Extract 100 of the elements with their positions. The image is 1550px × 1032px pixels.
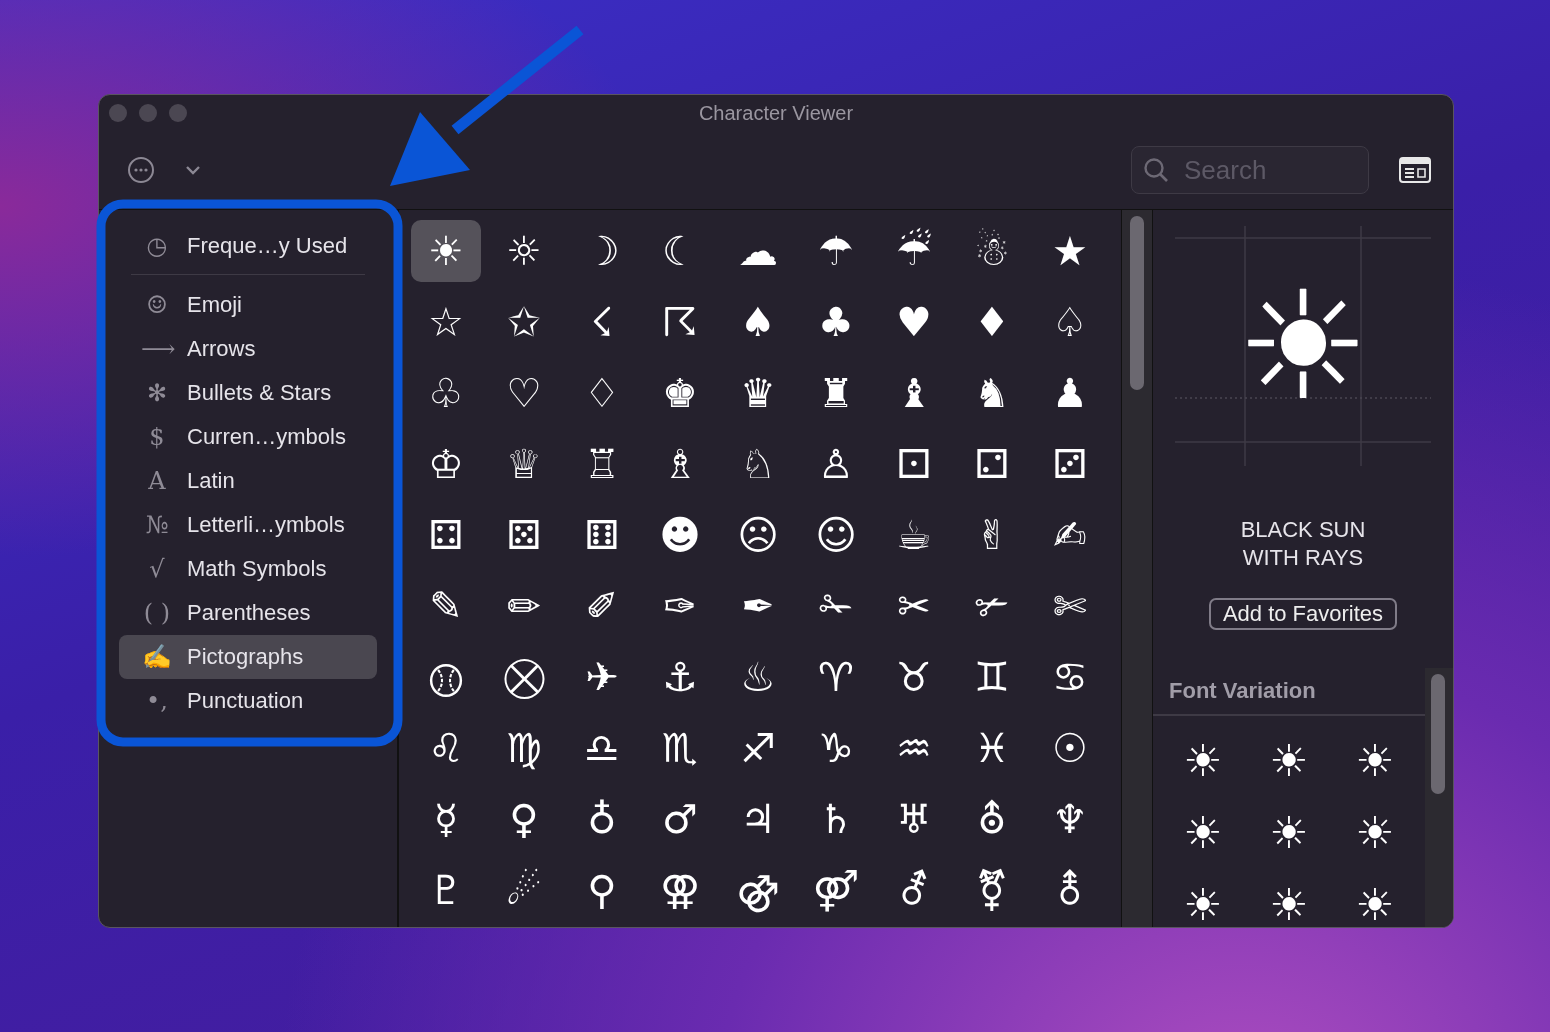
font-variation-tile[interactable]: ☀: [1160, 728, 1246, 792]
character-tile[interactable]: ⛢: [957, 788, 1027, 850]
character-tile[interactable]: ♒: [879, 717, 949, 779]
character-tile[interactable]: ♔: [411, 433, 481, 495]
character-tile[interactable]: ♇: [411, 859, 481, 921]
character-tile[interactable]: ♕: [489, 433, 559, 495]
character-tile[interactable]: ☄: [489, 859, 559, 921]
character-tile[interactable]: ★: [1035, 220, 1105, 282]
character-tile[interactable]: ✒: [723, 575, 793, 637]
character-tile[interactable]: ♛: [723, 362, 793, 424]
scrollbar[interactable]: [1121, 210, 1153, 927]
character-tile[interactable]: ⚀: [879, 433, 949, 495]
character-tile[interactable]: ☃: [957, 220, 1027, 282]
scrollbar[interactable]: [1425, 668, 1453, 927]
character-tile[interactable]: ⚦: [879, 859, 949, 921]
character-tile[interactable]: ☿: [411, 788, 481, 850]
character-tile[interactable]: ☈: [645, 291, 715, 353]
sidebar-item[interactable]: A Latin: [119, 459, 377, 503]
character-tile[interactable]: ♢: [567, 362, 637, 424]
character-tile[interactable]: ☆: [411, 291, 481, 353]
character-tile[interactable]: ✩: [489, 291, 559, 353]
more-options-icon[interactable]: [127, 156, 155, 184]
character-tile[interactable]: ⚢: [645, 859, 715, 921]
character-tile[interactable]: ⚣: [723, 859, 793, 921]
character-tile[interactable]: ♀: [489, 788, 559, 850]
character-tile[interactable]: ♌: [411, 717, 481, 779]
character-tile[interactable]: ♈: [801, 646, 871, 708]
character-tile[interactable]: ♞: [957, 362, 1027, 424]
character-tile[interactable]: ⚾: [411, 646, 481, 708]
character-tile[interactable]: ☀: [411, 220, 481, 282]
sidebar-item[interactable]: ( ) Parentheses: [119, 591, 377, 635]
font-variation-tile[interactable]: ☀: [1332, 872, 1418, 927]
character-tile[interactable]: ✈: [567, 646, 637, 708]
character-tile[interactable]: ♅: [879, 788, 949, 850]
character-tile[interactable]: ⚅: [567, 504, 637, 566]
character-tile[interactable]: ♡: [489, 362, 559, 424]
character-tile[interactable]: ✑: [645, 575, 715, 637]
character-tile[interactable]: ✂: [879, 575, 949, 637]
character-tile[interactable]: ♓: [957, 717, 1027, 779]
keyboard-viewer-icon[interactable]: [1399, 157, 1431, 183]
character-tile[interactable]: ⚲: [567, 859, 637, 921]
character-tile[interactable]: ♍: [489, 717, 559, 779]
character-tile[interactable]: ✁: [801, 575, 871, 637]
character-tile[interactable]: ⚁: [957, 433, 1027, 495]
character-tile[interactable]: ✏: [489, 575, 559, 637]
add-to-favorites-button[interactable]: Add to Favorites: [1208, 598, 1398, 630]
character-tile[interactable]: ☂: [801, 220, 871, 282]
character-tile[interactable]: ⚃: [411, 504, 481, 566]
character-tile[interactable]: ♥: [879, 291, 949, 353]
font-variation-tile[interactable]: ☀: [1246, 800, 1332, 864]
character-tile[interactable]: ☺: [801, 504, 871, 566]
character-tile[interactable]: ♠: [723, 291, 793, 353]
character-tile[interactable]: ♖: [567, 433, 637, 495]
character-tile[interactable]: ♏: [645, 717, 715, 779]
font-variation-tile[interactable]: ☀: [1332, 728, 1418, 792]
character-tile[interactable]: ☔: [879, 220, 949, 282]
character-tile[interactable]: ♤: [1035, 291, 1105, 353]
character-tile[interactable]: ✄: [1035, 575, 1105, 637]
character-tile[interactable]: ♦: [957, 291, 1027, 353]
character-tile[interactable]: ✌: [957, 504, 1027, 566]
character-tile[interactable]: ♉: [879, 646, 949, 708]
character-tile[interactable]: ✐: [567, 575, 637, 637]
font-variation-tile[interactable]: ☀: [1246, 872, 1332, 927]
character-tile[interactable]: ✍: [1035, 504, 1105, 566]
chevron-down-icon[interactable]: [185, 165, 201, 175]
character-tile[interactable]: ♣: [801, 291, 871, 353]
character-tile[interactable]: ♐: [723, 717, 793, 779]
character-tile[interactable]: ♟: [1035, 362, 1105, 424]
character-tile[interactable]: ♁: [567, 788, 637, 850]
character-tile[interactable]: ☉: [1035, 717, 1105, 779]
character-tile[interactable]: ♝: [879, 362, 949, 424]
character-tile[interactable]: ⚂: [1035, 433, 1105, 495]
character-tile[interactable]: ☻: [645, 504, 715, 566]
font-variation-tile[interactable]: ☀: [1160, 872, 1246, 927]
character-tile[interactable]: ♙: [801, 433, 871, 495]
character-tile[interactable]: ⚓: [645, 646, 715, 708]
character-tile[interactable]: ✎: [411, 575, 481, 637]
character-tile[interactable]: ♎: [567, 717, 637, 779]
sidebar-item[interactable]: ✻ Bullets & Stars: [119, 371, 377, 415]
character-tile[interactable]: ✃: [957, 575, 1027, 637]
character-tile[interactable]: ☾: [645, 220, 715, 282]
character-tile[interactable]: ☼: [489, 220, 559, 282]
character-tile[interactable]: ☁: [723, 220, 793, 282]
character-tile[interactable]: ♄: [801, 788, 871, 850]
font-variation-tile[interactable]: ☀: [1332, 800, 1418, 864]
character-tile[interactable]: ♜: [801, 362, 871, 424]
character-tile[interactable]: ⛒: [489, 646, 559, 708]
character-tile[interactable]: ☽: [567, 220, 637, 282]
sidebar-item[interactable]: ☺ Emoji: [119, 283, 377, 327]
character-tile[interactable]: ⚤: [801, 859, 871, 921]
sidebar-item[interactable]: ◷ Freque…y Used: [119, 224, 377, 268]
character-tile[interactable]: ⚧: [957, 859, 1027, 921]
sidebar-item[interactable]: √ Math Symbols: [119, 547, 377, 591]
character-tile[interactable]: ☹: [723, 504, 793, 566]
character-tile[interactable]: ♚: [645, 362, 715, 424]
character-tile[interactable]: ♨: [723, 646, 793, 708]
sidebar-item[interactable]: ⟶ Arrows: [119, 327, 377, 371]
font-variation-tile[interactable]: ☀: [1246, 728, 1332, 792]
character-tile[interactable]: ♘: [723, 433, 793, 495]
sidebar-item[interactable]: •, Punctuation: [119, 679, 377, 723]
